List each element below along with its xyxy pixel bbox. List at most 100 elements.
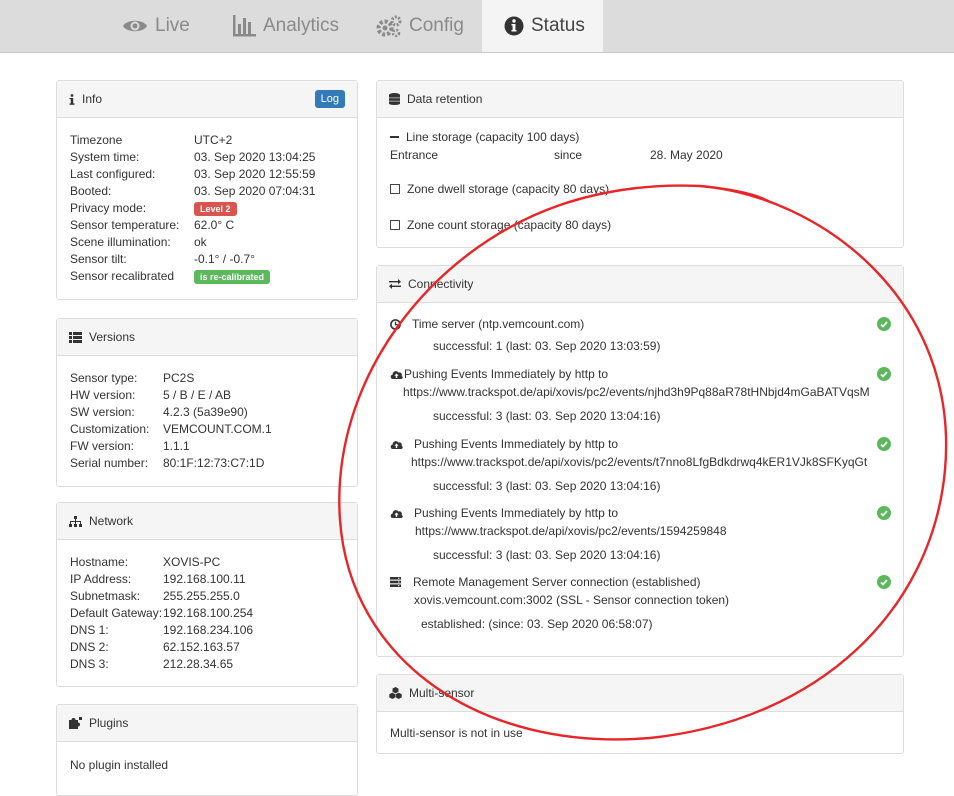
info-value: 03. Sep 2020 12:55:59 (194, 167, 316, 181)
recalibrated-badge: is re-calibrated (194, 269, 271, 284)
panel-title: Connectivity (408, 277, 474, 291)
connection-status: successful: 3 (last: 03. Sep 2020 13:04:… (433, 409, 661, 423)
plugins-panel: Plugins No plugin installed (56, 704, 358, 796)
network-value: 192.168.100.254 (163, 606, 254, 620)
info-value: 03. Sep 2020 13:04:25 (194, 150, 316, 164)
eye-icon (122, 17, 148, 35)
connection-url: https://www.trackspot.de/api/xovis/pc2/e… (403, 385, 870, 399)
tab-label: Live (155, 15, 190, 36)
version-row: FW version: 1.1.1 (70, 438, 344, 455)
info-list: Timezone UTC+2 System time: 03. Sep 2020 1… (57, 118, 357, 295)
network-row: IP Address: 192.168.100.11 (70, 571, 344, 588)
connection-title-row: Pushing Events Immediately by http to (390, 437, 618, 451)
tab-config[interactable]: Config (376, 0, 464, 52)
check-circle-icon (877, 317, 891, 331)
info-panel: Info Log Timezone UTC+2 System time: 03. S… (56, 80, 358, 300)
log-button[interactable]: Log (314, 90, 345, 108)
connection-title: Time server (ntp.vemcount.com) (412, 317, 585, 331)
connection-url: https://www.trackspot.de/api/xovis/pc2/e… (415, 524, 727, 538)
network-row: Hostname: XOVIS-PC (70, 554, 344, 571)
connection-title: Pushing Events Immediately by http to (414, 506, 619, 520)
versions-panel-header: Versions (57, 319, 357, 356)
network-label: DNS 1: (70, 623, 109, 637)
versions-panel: Versions Sensor type: PC2S HW version: 5 /… (56, 318, 358, 487)
version-row: HW version: 5 / B / E / AB (70, 387, 344, 404)
network-label: Default Gateway: (70, 606, 163, 620)
info-icon (69, 93, 75, 105)
version-label: Customization: (70, 422, 150, 436)
panel-title: Network (89, 514, 134, 528)
version-value: PC2S (163, 371, 195, 385)
network-label: Hostname: (70, 555, 129, 569)
connection-status: successful: 3 (last: 03. Sep 2020 13:04:… (433, 548, 661, 562)
info-row: Last configured: 03. Sep 2020 12:55:59 (70, 166, 344, 183)
clock-icon (390, 318, 401, 330)
gears-icon (376, 15, 402, 37)
panel-title: Versions (89, 330, 136, 344)
zone-count-checkbox[interactable]: Zone count storage (capacity 80 days) (390, 218, 611, 232)
multi-sensor-body: Multi-sensor is not in use (377, 712, 903, 750)
network-value: 212.28.34.65 (163, 657, 234, 671)
plugins-text: No plugin installed (70, 758, 169, 772)
sitemap-icon (69, 515, 82, 527)
network-label: DNS 2: (70, 640, 109, 654)
connection-title: Pushing Events Immediately by http to (414, 437, 619, 451)
exchange-icon (389, 279, 401, 289)
info-row: System time: 03. Sep 2020 13:04:25 (70, 149, 344, 166)
tab-status[interactable]: Status (482, 0, 603, 52)
connection-url: https://www.trackspot.de/api/xovis/pc2/e… (411, 455, 868, 469)
version-value: 4.2.3 (5a39e90) (163, 405, 248, 419)
version-value: 5 / B / E / AB (163, 388, 232, 402)
info-row: Sensor recalibrated is re-calibrated (70, 268, 344, 285)
version-label: Serial number: (70, 456, 149, 470)
connection-title: Pushing Events Immediately by http to (404, 367, 609, 381)
zone-dwell-label: Zone dwell storage (capacity 80 days) (407, 182, 610, 196)
info-row: Scene illumination: ok (70, 234, 344, 251)
network-label: IP Address: (70, 572, 132, 586)
connection-title-row: Pushing Events Immediately by http to (390, 506, 618, 520)
info-value: 62.0° C (194, 218, 235, 232)
network-value: 255.255.255.0 (163, 589, 240, 603)
info-row: Privacy mode: Level 2 (70, 200, 344, 217)
data-retention-panel-header: Data retention (377, 81, 903, 118)
info-row: Sensor tilt: -0.1° / -0.7° (70, 251, 344, 268)
info-label: Timezone (70, 133, 123, 147)
network-row: DNS 2: 62.152.163.57 (70, 639, 344, 656)
checkbox-icon (390, 184, 400, 194)
list-icon (69, 331, 82, 343)
version-value: VEMCOUNT.COM.1 (163, 422, 272, 436)
tab-label: Config (409, 15, 464, 36)
network-row: Subnetmask: 255.255.255.0 (70, 588, 344, 605)
network-value: XOVIS-PC (163, 555, 221, 569)
data-retention-panel: Data retention Line storage (capacity 10… (376, 80, 904, 248)
check-circle-icon (877, 575, 891, 589)
tab-analytics[interactable]: Analytics (232, 0, 339, 52)
network-value: 192.168.234.106 (163, 623, 254, 637)
minus-icon (390, 136, 399, 138)
version-label: Sensor type: (70, 371, 138, 385)
connection-status: successful: 3 (last: 03. Sep 2020 13:04:… (433, 479, 661, 493)
panel-title: Data retention (407, 92, 483, 106)
versions-list: Sensor type: PC2S HW version: 5 / B / E / … (57, 356, 357, 482)
tab-live[interactable]: Live (122, 0, 190, 52)
version-value: 1.1.1 (163, 439, 190, 453)
version-label: HW version: (70, 388, 136, 402)
database-icon (389, 93, 400, 105)
version-row: SW version: 4.2.3 (5a39e90) (70, 404, 344, 421)
entrance-label: Entrance (390, 148, 439, 162)
network-label: Subnetmask: (70, 589, 141, 603)
zone-count-label: Zone count storage (capacity 80 days) (407, 218, 612, 232)
connectivity-list: Time server (ntp.vemcount.com) successfu… (377, 303, 903, 655)
data-retention-body: Line storage (capacity 100 days) Entranc… (377, 118, 903, 246)
version-row: Serial number: 80:1F:12:73:C7:1D (70, 455, 344, 472)
zone-dwell-checkbox[interactable]: Zone dwell storage (capacity 80 days) (390, 182, 609, 196)
network-row: DNS 1: 192.168.234.106 (70, 622, 344, 639)
multi-sensor-panel: Multi-sensor Multi-sensor is not in use (376, 674, 904, 754)
info-row: Timezone UTC+2 (70, 132, 344, 149)
info-panel-header: Info Log (57, 81, 357, 118)
line-storage-toggle[interactable]: Line storage (capacity 100 days) (390, 130, 579, 144)
network-row: Default Gateway: 192.168.100.254 (70, 605, 344, 622)
line-storage-label: Line storage (capacity 100 days) (406, 130, 580, 144)
connection-url: xovis.vemcount.com:3002 (SSL - Sensor co… (414, 593, 730, 607)
network-value: 62.152.163.57 (163, 640, 240, 654)
